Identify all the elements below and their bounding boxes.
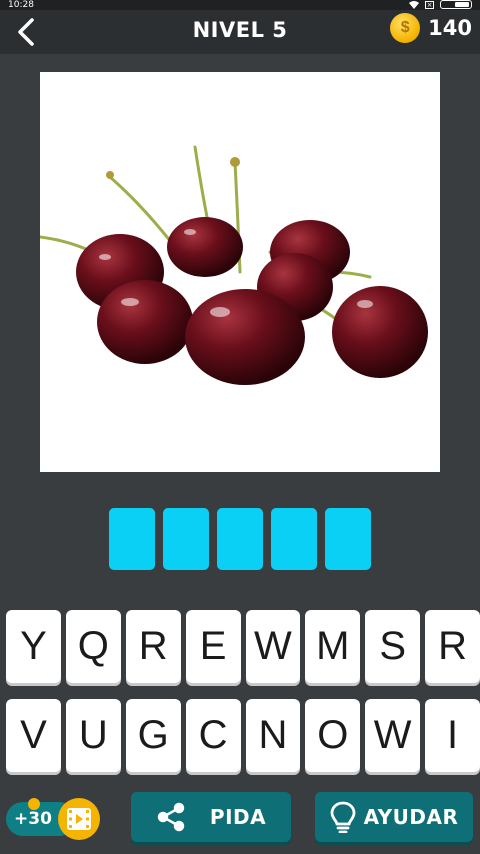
letter-key[interactable]: E [185, 610, 241, 683]
answer-slots [0, 508, 480, 570]
help-button[interactable]: AYUDAR [315, 792, 473, 842]
coin-balance[interactable]: $ 140 [390, 13, 472, 43]
puzzle-picture [40, 72, 440, 472]
battery-icon [440, 0, 472, 9]
lightbulb-icon [330, 801, 356, 833]
answer-slot[interactable] [325, 508, 371, 570]
letter-key[interactable]: R [125, 610, 181, 683]
letter-key[interactable]: U [65, 699, 121, 772]
share-ask-button[interactable]: PIDA [131, 792, 291, 842]
letter-key[interactable]: I [425, 699, 480, 772]
share-ask-label: PIDA [209, 805, 267, 829]
help-label: AYUDAR [363, 805, 459, 829]
letter-key[interactable]: C [185, 699, 241, 772]
letter-key[interactable]: O [305, 699, 361, 772]
coin-count: 140 [428, 16, 472, 40]
letter-key[interactable]: G [125, 699, 181, 772]
status-icons: × [409, 0, 472, 9]
top-header: NIVEL 5 $ 140 [0, 10, 480, 54]
coin-icon: $ [390, 13, 421, 43]
letter-key[interactable]: M [305, 610, 361, 683]
letter-key[interactable]: S [365, 610, 421, 683]
notification-dot [28, 798, 40, 810]
letter-key[interactable]: N [245, 699, 301, 772]
status-bar: 10:28 × [0, 0, 480, 10]
letter-key[interactable]: W [245, 610, 301, 683]
answer-slot[interactable] [109, 508, 155, 570]
letter-keyboard: Y Q R E W M S R V U G C N O W I [0, 610, 480, 788]
bottom-action-bar: +30 PIDA AYUDAR [0, 790, 480, 844]
cherries-image [40, 145, 428, 385]
letter-key[interactable]: Q [65, 610, 121, 683]
status-time: 10:28 [8, 0, 34, 10]
keyboard-row-2: V U G C N O W I [0, 699, 480, 772]
letter-key[interactable]: Y [6, 610, 61, 683]
share-icon [157, 802, 185, 832]
letter-key[interactable]: R [425, 610, 480, 683]
letter-key[interactable]: W [365, 699, 421, 772]
keyboard-row-1: Y Q R E W M S R [0, 610, 480, 683]
film-icon [58, 798, 100, 840]
sim-icon: × [425, 0, 434, 9]
letter-key[interactable]: V [6, 699, 61, 772]
answer-slot[interactable] [163, 508, 209, 570]
answer-slot[interactable] [217, 508, 263, 570]
wifi-icon [409, 0, 419, 9]
watch-video-button[interactable]: +30 [6, 796, 106, 840]
answer-slot[interactable] [271, 508, 317, 570]
